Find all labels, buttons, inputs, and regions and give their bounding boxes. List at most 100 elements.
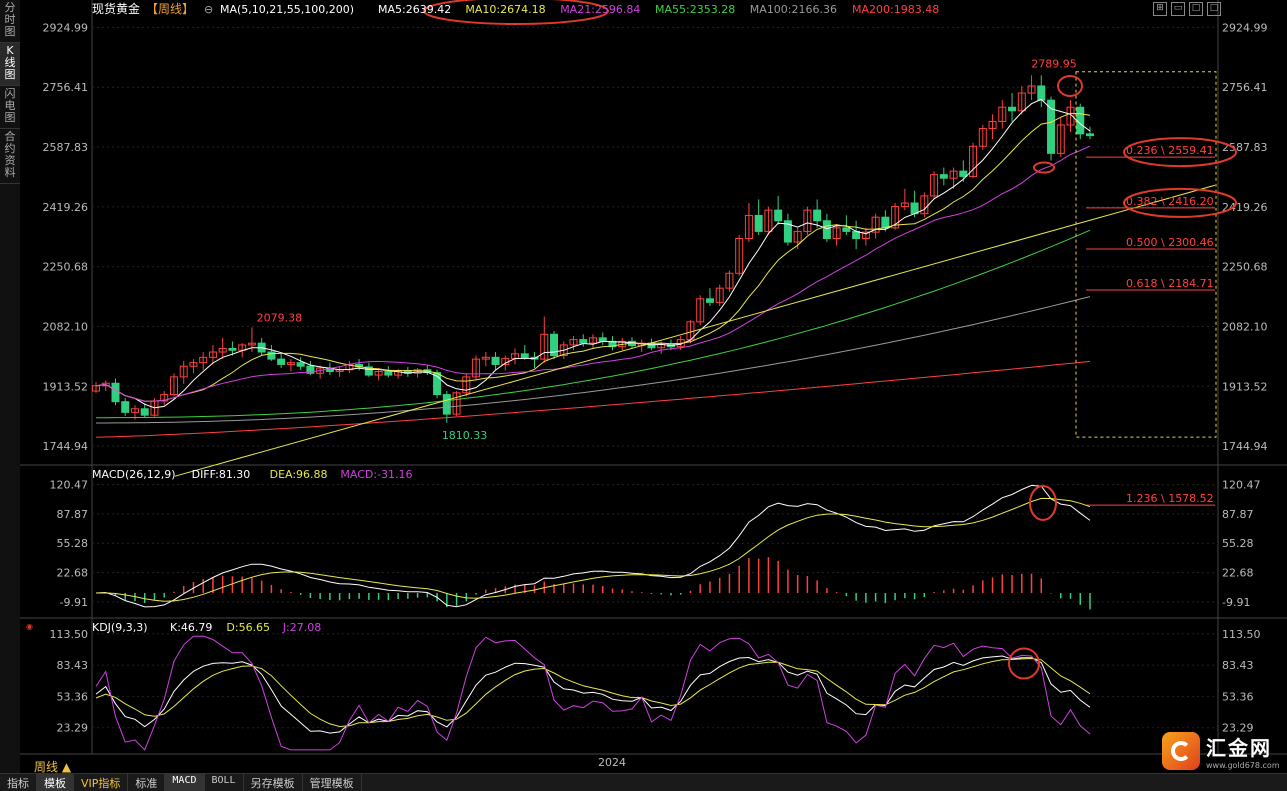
logo-name: 汇金网 bbox=[1206, 736, 1272, 760]
candle-body bbox=[1076, 106, 1085, 135]
candle-body bbox=[813, 209, 822, 222]
minimize-icon[interactable]: ▭ bbox=[1171, 2, 1185, 16]
logo-icon bbox=[1162, 732, 1200, 770]
bottom-tab-2[interactable]: VIP指标 bbox=[74, 774, 129, 791]
main-axis-tick-right: 2587.83 bbox=[1222, 141, 1268, 154]
indicator-tab-bar: 指标 模板 VIP指标 标准 MACD BOLL 另存模板 管理模板 bbox=[0, 773, 1287, 791]
ma-value-2: MA21:2596.84 bbox=[560, 3, 640, 16]
fib-level-label: 0.236 \ 2559.41 bbox=[1126, 144, 1214, 157]
kdj-axis-tick-left: 113.50 bbox=[50, 628, 89, 641]
main-axis-tick-left: 1744.94 bbox=[43, 440, 89, 453]
candle-body bbox=[384, 371, 393, 376]
main-axis-tick-right: 2250.68 bbox=[1222, 261, 1268, 274]
bottom-tab-0[interactable]: 指标 bbox=[0, 774, 37, 791]
macd-axis-tick-right: 120.47 bbox=[1222, 479, 1261, 492]
candle-body bbox=[598, 337, 607, 342]
ma-value-3: MA55:2353.28 bbox=[655, 3, 735, 16]
candle-body bbox=[774, 209, 783, 222]
instrument-title: 现货黄金 bbox=[92, 1, 140, 16]
ma-value-0: MA5:2639.42 bbox=[378, 3, 451, 16]
candle-body bbox=[491, 356, 500, 365]
low-label: 1810.33 bbox=[442, 429, 488, 442]
main-axis-tick-left: 2419.26 bbox=[43, 201, 89, 214]
bottom-tab-7[interactable]: 管理模板 bbox=[303, 774, 362, 791]
macd-axis-tick-left: 87.87 bbox=[57, 508, 89, 521]
macd-axis-tick-left: 120.47 bbox=[50, 479, 89, 492]
candle-body bbox=[520, 353, 529, 358]
maximize-icon[interactable]: □ bbox=[1189, 2, 1203, 16]
kdj-header-d: D:56.65 bbox=[226, 621, 270, 634]
macd-header-params: MACD(26,12,9) bbox=[92, 468, 176, 481]
tab-3[interactable]: 合约资料 bbox=[0, 129, 20, 184]
kdj-axis-tick-left: 83.43 bbox=[57, 659, 89, 672]
ma-value-4: MA100:2166.36 bbox=[750, 3, 837, 16]
kdj-header-params: KDJ(9,3,3) bbox=[92, 621, 148, 634]
main-axis-tick-left: 1913.52 bbox=[43, 380, 89, 393]
candle-body bbox=[228, 347, 237, 351]
macd-axis-tick-left: 55.28 bbox=[57, 537, 89, 550]
macd-axis-tick-left: 22.68 bbox=[57, 567, 89, 580]
macd-header-macd: MACD:-31.16 bbox=[340, 468, 412, 481]
peak-label: 2079.38 bbox=[257, 311, 303, 324]
main-axis-tick-left: 2756.41 bbox=[43, 81, 89, 94]
kdj-axis-tick-left: 53.36 bbox=[57, 690, 89, 703]
macd-axis-tick-right: 87.87 bbox=[1222, 508, 1254, 521]
macd-header-diff: DIFF:81.30 bbox=[192, 468, 251, 481]
candle-body bbox=[1037, 85, 1046, 101]
logo: 汇金网 www.gold678.com bbox=[1162, 732, 1280, 770]
chart-canvas[interactable]: 2924.99 2924.99 2756.41 2756.41 2587.83 2587.… bbox=[20, 0, 1287, 773]
fib-level-label: 0.382 \ 2416.20 bbox=[1126, 195, 1214, 208]
period-tag: 【周线】 bbox=[146, 2, 194, 16]
kdj-settings-icon: ◉ bbox=[26, 622, 33, 631]
close-icon[interactable]: □ bbox=[1207, 2, 1221, 16]
candle-body bbox=[939, 174, 948, 179]
candle-body bbox=[442, 394, 451, 415]
macd-axis-tick-left: -9.91 bbox=[60, 596, 88, 609]
macd-header-dea: DEA:96.88 bbox=[270, 468, 328, 481]
tab-0[interactable]: 分时图 bbox=[0, 0, 20, 43]
window-controls: ⊞ ▭ □ □ bbox=[1153, 2, 1221, 16]
view-tabs: 分时图K线图闪电图合约资料 bbox=[0, 0, 21, 775]
bottom-tab-6[interactable]: 另存模板 bbox=[244, 774, 303, 791]
candle-body bbox=[1086, 133, 1094, 137]
candle-body bbox=[842, 227, 851, 232]
fib-level-label: 0.500 \ 2300.46 bbox=[1126, 236, 1214, 249]
main-axis-tick-right: 2419.26 bbox=[1222, 201, 1268, 214]
fib-level-label: 1.236 \ 1578.52 bbox=[1126, 492, 1214, 505]
candle-body bbox=[959, 170, 968, 177]
bottom-tab-5[interactable]: BOLL bbox=[205, 774, 244, 791]
main-axis-tick-right: 1744.94 bbox=[1222, 440, 1268, 453]
candle-body bbox=[910, 202, 919, 215]
macd-axis-tick-right: -9.91 bbox=[1222, 596, 1250, 609]
restore-icon[interactable]: ⊞ bbox=[1153, 2, 1167, 16]
main-axis-tick-left: 2250.68 bbox=[43, 261, 89, 274]
candle-body bbox=[754, 214, 763, 232]
main-axis-tick-right: 2924.99 bbox=[1222, 21, 1268, 34]
candle-body bbox=[881, 216, 890, 229]
kdj-header-k: K:46.79 bbox=[170, 621, 212, 634]
macd-axis-tick-right: 22.68 bbox=[1222, 567, 1254, 580]
candle-body bbox=[705, 298, 714, 303]
candle-body bbox=[277, 358, 286, 365]
bottom-tab-1[interactable]: 模板 bbox=[37, 774, 74, 791]
main-axis-tick-left: 2082.10 bbox=[43, 320, 89, 333]
kdj-axis-tick-left: 23.29 bbox=[57, 722, 89, 735]
main-axis-tick-left: 2924.99 bbox=[43, 21, 89, 34]
tab-2[interactable]: 闪电图 bbox=[0, 86, 20, 129]
fib-level-label: 0.618 \ 2184.71 bbox=[1126, 277, 1214, 290]
kdj-axis-tick-right: 113.50 bbox=[1222, 628, 1261, 641]
main-axis-tick-right: 2082.10 bbox=[1222, 320, 1268, 333]
bottom-tab-3[interactable]: 标准 bbox=[128, 774, 166, 791]
candle-body bbox=[140, 408, 149, 416]
candle-body bbox=[579, 339, 588, 344]
candle-body bbox=[822, 220, 831, 239]
candle-body bbox=[111, 382, 120, 403]
ma-params: MA(5,10,21,55,100,200) bbox=[220, 3, 354, 16]
main-axis-tick-right: 1913.52 bbox=[1222, 380, 1268, 393]
high-label: 2789.95 bbox=[1031, 57, 1077, 70]
ma-value-5: MA200:1983.48 bbox=[852, 3, 939, 16]
ma-value-1: MA10:2674.18 bbox=[465, 3, 545, 16]
tab-1[interactable]: K线图 bbox=[0, 43, 20, 86]
bottom-tab-4[interactable]: MACD bbox=[165, 774, 205, 791]
main-axis-tick-left: 2587.83 bbox=[43, 141, 89, 154]
